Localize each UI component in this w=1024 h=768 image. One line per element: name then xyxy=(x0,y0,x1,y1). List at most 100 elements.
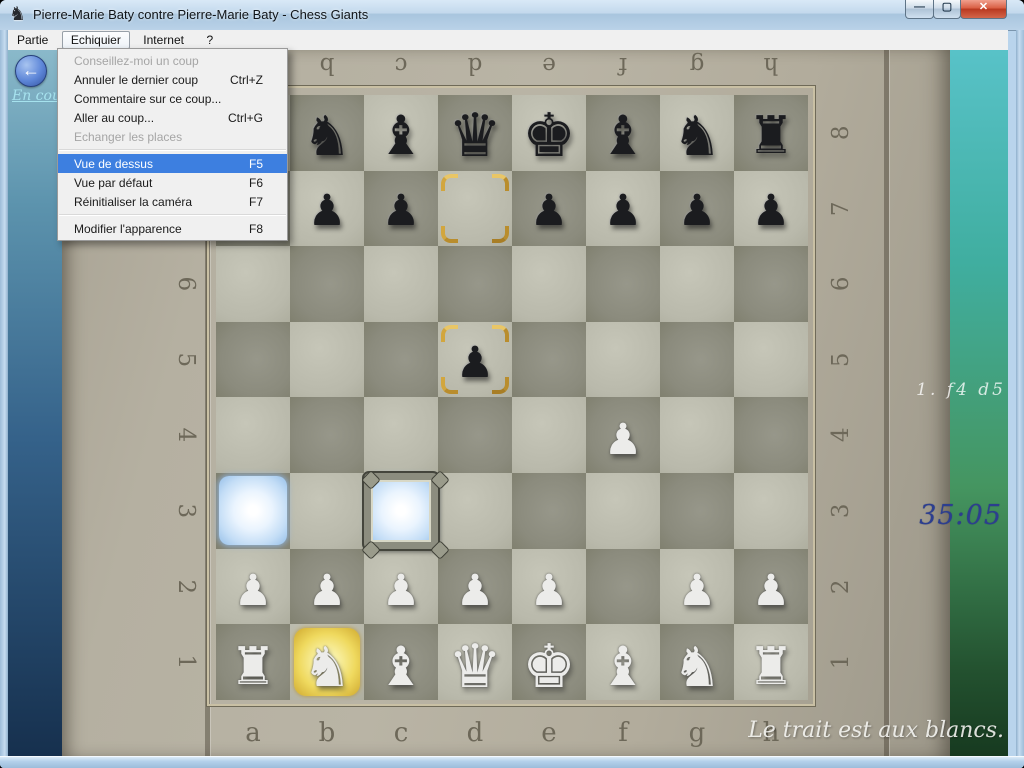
gold-corner-icon xyxy=(492,226,509,243)
cursor-frame-c3[interactable] xyxy=(364,473,438,549)
piece-black-knight-g8[interactable]: ♞ xyxy=(660,98,734,174)
menu-item-conseillez-moi-un-coup[interactable]: Conseillez-moi un coup xyxy=(58,51,287,70)
square-g3[interactable] xyxy=(660,473,734,549)
square-f6[interactable] xyxy=(586,246,660,322)
piece-white-pawn-f4[interactable]: ♟ xyxy=(586,402,660,478)
piece-black-pawn-d5[interactable]: ♟ xyxy=(438,325,512,401)
square-f3[interactable] xyxy=(586,473,660,549)
square-a5[interactable] xyxy=(216,322,290,398)
piece-black-queen-d8[interactable]: ♛ xyxy=(438,98,512,174)
menu-item-label: Commentaire sur ce coup... xyxy=(58,92,263,106)
game-clock: 35:05 xyxy=(882,500,1002,531)
turn-status-text: Le trait est aux blancs. xyxy=(684,718,1004,743)
square-b6[interactable] xyxy=(290,246,364,322)
square-h4[interactable] xyxy=(734,397,808,473)
square-b5[interactable] xyxy=(290,322,364,398)
piece-black-knight-b8[interactable]: ♞ xyxy=(290,98,364,174)
piece-white-pawn-h2[interactable]: ♟ xyxy=(734,554,808,630)
menu-item-label: Aller au coup... xyxy=(58,111,228,125)
square-g4[interactable] xyxy=(660,397,734,473)
square-e3[interactable] xyxy=(512,473,586,549)
square-c5[interactable] xyxy=(364,322,438,398)
menubar-item-partie[interactable]: Partie xyxy=(8,31,57,49)
square-e6[interactable] xyxy=(512,246,586,322)
file-label-top-h: h xyxy=(734,52,808,78)
window-border-left xyxy=(0,30,8,768)
piece-white-bishop-c1[interactable]: ♝ xyxy=(364,629,438,705)
piece-black-pawn-f7[interactable]: ♟ xyxy=(586,174,660,250)
file-label-bottom-d: d xyxy=(438,718,512,748)
rank-label-left-5: 5 xyxy=(148,345,224,375)
menu-item-reinitialiser-la-camera[interactable]: Réinitialiser la caméraF7 xyxy=(58,192,287,211)
square-a4[interactable] xyxy=(216,397,290,473)
square-h3[interactable] xyxy=(734,473,808,549)
menu-item-shortcut: Ctrl+Z xyxy=(230,73,287,87)
piece-black-pawn-g7[interactable]: ♟ xyxy=(660,174,734,250)
square-d6[interactable] xyxy=(438,246,512,322)
piece-black-pawn-c7[interactable]: ♟ xyxy=(364,174,438,250)
piece-black-pawn-h7[interactable]: ♟ xyxy=(734,174,808,250)
square-f5[interactable] xyxy=(586,322,660,398)
square-b4[interactable] xyxy=(290,397,364,473)
piece-black-pawn-b7[interactable]: ♟ xyxy=(290,174,364,250)
menu-item-modifier-l-apparence[interactable]: Modifier l'apparenceF8 xyxy=(58,219,287,238)
maximize-button[interactable]: ▢ xyxy=(933,0,961,19)
square-f2[interactable] xyxy=(586,549,660,625)
close-button[interactable]: ✕ xyxy=(960,0,1007,19)
square-c6[interactable] xyxy=(364,246,438,322)
square-g6[interactable] xyxy=(660,246,734,322)
piece-black-rook-h8[interactable]: ♜ xyxy=(734,98,808,174)
piece-white-pawn-b2[interactable]: ♟ xyxy=(290,554,364,630)
app-icon: ♞ xyxy=(9,4,26,26)
piece-white-rook-h1[interactable]: ♜ xyxy=(734,629,808,705)
legal-move-highlight-a3[interactable] xyxy=(219,476,287,545)
piece-white-rook-a1[interactable]: ♜ xyxy=(216,629,290,705)
menubar-item-internet[interactable]: Internet xyxy=(134,31,193,49)
menu-item-echanger-les-places[interactable]: Echanger les places xyxy=(58,127,287,146)
menu-separator xyxy=(59,214,286,216)
menu-item-label: Conseillez-moi un coup xyxy=(58,54,263,68)
piece-white-pawn-d2[interactable]: ♟ xyxy=(438,554,512,630)
piece-black-king-e8[interactable]: ♚ xyxy=(512,98,586,174)
menu-item-commentaire-sur-ce-coup[interactable]: Commentaire sur ce coup... xyxy=(58,89,287,108)
file-label-bottom-e: e xyxy=(512,718,586,748)
menu-item-shortcut: Ctrl+G xyxy=(228,111,287,125)
back-button[interactable]: ← xyxy=(15,55,47,87)
rank-label-right-6: 6 xyxy=(803,269,879,299)
piece-white-king-e1[interactable]: ♚ xyxy=(512,629,586,705)
square-h5[interactable] xyxy=(734,322,808,398)
piece-black-pawn-e7[interactable]: ♟ xyxy=(512,174,586,250)
square-e5[interactable] xyxy=(512,322,586,398)
rank-label-right-5: 5 xyxy=(803,345,879,375)
piece-white-bishop-f1[interactable]: ♝ xyxy=(586,629,660,705)
square-h6[interactable] xyxy=(734,246,808,322)
square-g5[interactable] xyxy=(660,322,734,398)
titlebar[interactable]: ♞ Pierre-Marie Baty contre Pierre-Marie … xyxy=(0,0,1024,31)
piece-white-pawn-g2[interactable]: ♟ xyxy=(660,554,734,630)
minimize-button[interactable]: — xyxy=(905,0,934,19)
menubar-item-echiquier[interactable]: Echiquier xyxy=(62,31,130,49)
menu-item-vue-de-dessus[interactable]: Vue de dessusF5 xyxy=(58,154,287,173)
piece-black-bishop-c8[interactable]: ♝ xyxy=(364,98,438,174)
square-a6[interactable] xyxy=(216,246,290,322)
square-d3[interactable] xyxy=(438,473,512,549)
square-e4[interactable] xyxy=(512,397,586,473)
menu-item-aller-au-coup[interactable]: Aller au coup...Ctrl+G xyxy=(58,108,287,127)
square-b3[interactable] xyxy=(290,473,364,549)
app-window: ♞ Pierre-Marie Baty contre Pierre-Marie … xyxy=(0,0,1024,768)
piece-white-knight-b1[interactable]: ♞ xyxy=(290,629,364,705)
piece-black-bishop-f8[interactable]: ♝ xyxy=(586,98,660,174)
menu-item-vue-par-defaut[interactable]: Vue par défautF6 xyxy=(58,173,287,192)
rank-label-right-8: 8 xyxy=(803,118,879,148)
menubar-item-help[interactable]: ? xyxy=(197,31,222,49)
piece-white-knight-g1[interactable]: ♞ xyxy=(660,629,734,705)
square-c4[interactable] xyxy=(364,397,438,473)
square-d4[interactable] xyxy=(438,397,512,473)
piece-white-queen-d1[interactable]: ♛ xyxy=(438,629,512,705)
menu-item-annuler-le-dernier-coup[interactable]: Annuler le dernier coupCtrl+Z xyxy=(58,70,287,89)
piece-white-pawn-e2[interactable]: ♟ xyxy=(512,554,586,630)
menu-item-shortcut: F6 xyxy=(249,176,287,190)
gold-corner-icon xyxy=(441,174,458,191)
piece-white-pawn-c2[interactable]: ♟ xyxy=(364,554,438,630)
piece-white-pawn-a2[interactable]: ♟ xyxy=(216,554,290,630)
